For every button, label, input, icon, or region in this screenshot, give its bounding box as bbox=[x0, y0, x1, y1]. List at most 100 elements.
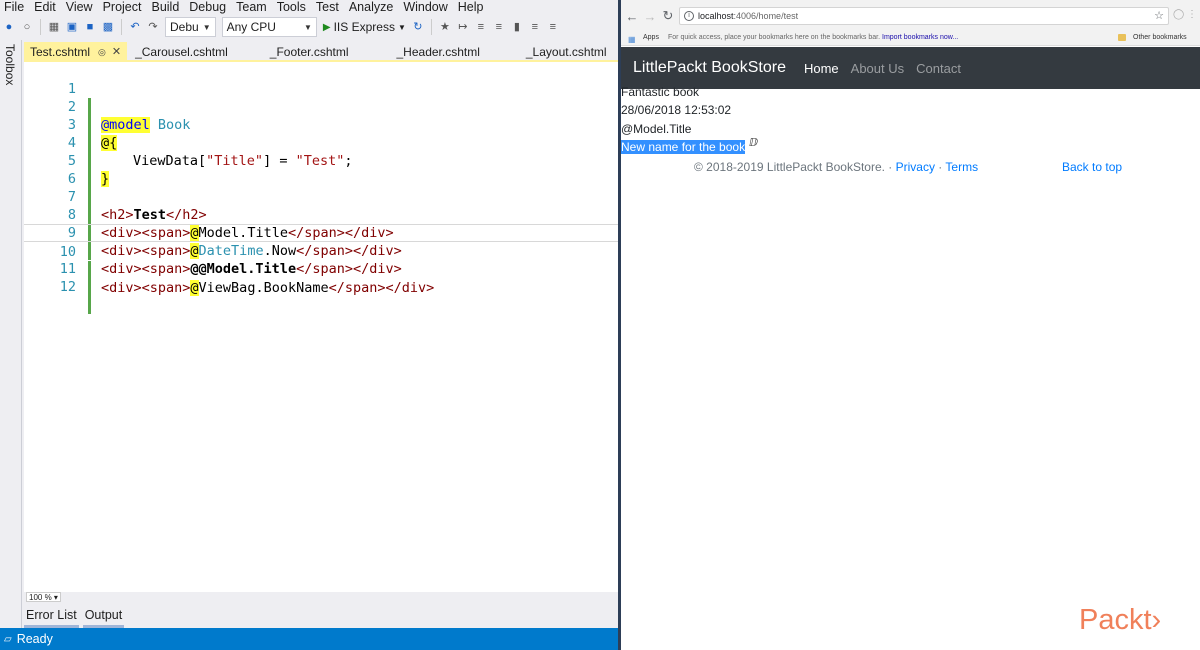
chevron-down-icon: ▼ bbox=[303, 22, 312, 32]
apps-link[interactable]: Apps bbox=[643, 32, 659, 44]
code-line: 7 <div><span>@Model.Title</span></div> bbox=[24, 170, 620, 241]
close-icon[interactable]: ✕ bbox=[112, 42, 121, 62]
step-icon[interactable]: ↦ bbox=[455, 19, 471, 35]
tab-footer-cshtml[interactable]: _Footer.cshtml bbox=[264, 42, 355, 62]
tab-layout-cshtml[interactable]: _Layout.cshtml bbox=[520, 42, 613, 62]
chevron-down-icon: ▼ bbox=[397, 22, 406, 32]
menu-help[interactable]: Help bbox=[453, 0, 489, 14]
star-icon[interactable]: ☆ bbox=[1154, 8, 1164, 24]
text-cursor-icon: ⅅ bbox=[749, 137, 759, 149]
forward-nav-icon[interactable]: ○ bbox=[19, 19, 35, 35]
tab-test-cshtml[interactable]: Test.cshtml ◎ ✕ bbox=[24, 42, 128, 62]
undo-icon[interactable]: ↶ bbox=[127, 19, 143, 35]
status-bar: ▱ Ready bbox=[0, 628, 620, 650]
menu-window[interactable]: Window bbox=[398, 0, 452, 14]
menu-tools[interactable]: Tools bbox=[272, 0, 311, 14]
solution-configuration-select[interactable]: Debu ▼ bbox=[165, 17, 216, 37]
info-icon[interactable]: i bbox=[684, 11, 694, 21]
bookmark-icon[interactable]: ▮ bbox=[509, 19, 525, 35]
code-editor[interactable]: 1 @model Book 2 @{ 3 ViewData["Title"] =… bbox=[24, 62, 620, 592]
import-bookmarks-link[interactable]: Import bookmarks now... bbox=[882, 34, 958, 41]
bookmark-next-icon[interactable]: ≡ bbox=[545, 19, 561, 35]
chevron-down-icon: ▼ bbox=[202, 22, 211, 32]
extension-icon[interactable]: ◯ ⋮ bbox=[1173, 9, 1197, 20]
site-navbar: LittlePackt BookStore Home About Us Cont… bbox=[621, 47, 1200, 89]
code-line: 3 ViewData["Title"] = "Test"; bbox=[24, 98, 620, 169]
site-brand[interactable]: LittlePackt BookStore bbox=[633, 59, 786, 77]
toolbar-separator bbox=[430, 19, 432, 35]
razor-at: @ bbox=[190, 280, 199, 296]
code-line: 5 bbox=[24, 134, 620, 188]
code-line: 4 } bbox=[24, 116, 620, 187]
open-file-icon[interactable]: ▣ bbox=[64, 19, 80, 35]
footer-copyright: © 2018-2019 LittlePackt BookStore. · Pri… bbox=[694, 160, 978, 174]
align-icon[interactable]: ≡ bbox=[473, 19, 489, 35]
packt-logo: Packt› bbox=[1079, 604, 1161, 636]
back-to-top-link[interactable]: Back to top bbox=[1062, 160, 1122, 174]
menu-bar: File Edit View Project Build Debug Team … bbox=[0, 0, 620, 14]
terms-link[interactable]: Terms bbox=[945, 160, 978, 174]
start-debugging-button[interactable]: ▶ IIS Express ▼ bbox=[323, 20, 406, 34]
code-line: 12 bbox=[24, 260, 620, 314]
menu-team[interactable]: Team bbox=[231, 0, 272, 14]
tab-label: Test.cshtml bbox=[30, 45, 91, 59]
code-line-current: 10 <div><span>@ViewBag.BookName</span></… bbox=[24, 224, 620, 296]
menu-edit[interactable]: Edit bbox=[29, 0, 61, 14]
nav-contact[interactable]: Contact bbox=[916, 61, 961, 76]
document-tabs: Test.cshtml ◎ ✕ _Carousel.cshtml _Footer… bbox=[24, 40, 620, 62]
code-line: 2 @{ bbox=[24, 80, 620, 151]
browser-link-icon[interactable]: ★ bbox=[437, 19, 453, 35]
menu-project[interactable]: Project bbox=[98, 0, 147, 14]
tab-label: _Header.cshtml bbox=[396, 45, 480, 59]
new-project-icon[interactable]: ▦ bbox=[46, 19, 62, 35]
line-number: 12 bbox=[59, 279, 76, 295]
bookmarks-hint-text: For quick access, place your bookmarks h… bbox=[668, 34, 881, 41]
menu-build[interactable]: Build bbox=[146, 0, 184, 14]
book-title-heading: Fantastic book bbox=[621, 86, 700, 98]
zoom-select[interactable]: 100 % ▾ bbox=[26, 592, 61, 602]
comment-icon[interactable]: ≡ bbox=[491, 19, 507, 35]
tab-error-list[interactable]: Error List bbox=[24, 606, 79, 628]
code-line: 1 @model Book bbox=[24, 62, 620, 133]
redo-icon[interactable]: ↷ bbox=[145, 19, 161, 35]
tab-carousel-cshtml[interactable]: _Carousel.cshtml bbox=[129, 42, 234, 62]
address-row: ← → ↻ i localhost:4006/home/test ☆ ◯ ⋮ bbox=[621, 0, 1200, 32]
tab-output[interactable]: Output bbox=[82, 606, 125, 628]
bookmarks-hint: For quick access, place your bookmarks h… bbox=[668, 32, 958, 44]
tab-label: _Carousel.cshtml bbox=[135, 45, 228, 59]
toolbox-label[interactable]: Toolbox bbox=[3, 44, 17, 85]
solution-platform-select[interactable]: Any CPU ▼ bbox=[221, 17, 317, 37]
zoom-value: 100 % bbox=[29, 593, 52, 602]
other-bookmarks[interactable]: Other bookmarks bbox=[1133, 32, 1187, 44]
menu-analyze[interactable]: Analyze bbox=[344, 0, 398, 14]
refresh-icon[interactable]: ↻ bbox=[410, 19, 426, 35]
toolbox-sidebar[interactable]: Toolbox bbox=[0, 40, 22, 630]
copyright-text: © 2018-2019 LittlePackt BookStore. · bbox=[694, 160, 896, 174]
address-bar[interactable]: i localhost:4006/home/test ☆ bbox=[679, 7, 1169, 25]
reload-icon[interactable]: ↻ bbox=[659, 8, 677, 24]
back-nav-icon[interactable]: ● bbox=[1, 19, 17, 35]
configuration-value: Debu bbox=[170, 20, 199, 34]
code-line: 11 bbox=[24, 242, 620, 296]
tab-header-cshtml[interactable]: _Header.cshtml bbox=[391, 42, 486, 62]
apps-icon[interactable]: ▦ bbox=[628, 34, 636, 46]
save-icon[interactable]: ■ bbox=[82, 19, 98, 35]
menu-file[interactable]: File bbox=[0, 0, 29, 14]
tab-label: _Layout.cshtml bbox=[525, 45, 607, 59]
forward-icon[interactable]: → bbox=[641, 9, 659, 24]
back-icon[interactable]: ← bbox=[623, 9, 641, 24]
standard-toolbar: ● ○ ▦ ▣ ■ ▩ ↶ ↷ Debu ▼ Any CPU ▼ ▶ IIS E… bbox=[0, 14, 620, 40]
nav-home[interactable]: Home bbox=[804, 61, 839, 76]
folder-icon bbox=[1118, 34, 1126, 41]
privacy-link[interactable]: Privacy bbox=[896, 160, 935, 174]
pin-icon[interactable]: ◎ bbox=[98, 42, 106, 62]
menu-test[interactable]: Test bbox=[311, 0, 344, 14]
save-all-icon[interactable]: ▩ bbox=[100, 19, 116, 35]
browser-window: ← → ↻ i localhost:4006/home/test ☆ ◯ ⋮ ▦… bbox=[621, 0, 1200, 650]
menu-view[interactable]: View bbox=[61, 0, 98, 14]
bookmark-prev-icon[interactable]: ≡ bbox=[527, 19, 543, 35]
url-path: :4006/home/test bbox=[733, 11, 799, 21]
menu-debug[interactable]: Debug bbox=[184, 0, 231, 14]
nav-about-us[interactable]: About Us bbox=[851, 61, 904, 76]
code-line: 9 <div><span>@@Model.Title</span></div> bbox=[24, 206, 620, 277]
